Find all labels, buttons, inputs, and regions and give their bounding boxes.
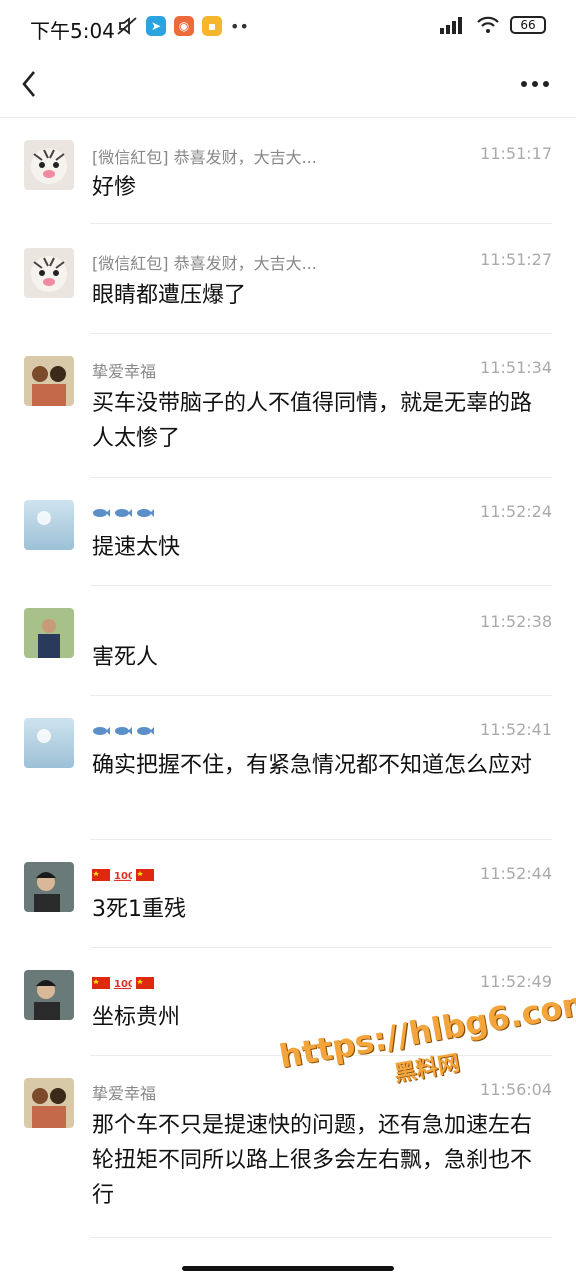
- sender-emojis: [92, 720, 158, 739]
- fish-emoji-icon: [93, 726, 110, 735]
- sky-avatar-icon: [24, 718, 74, 768]
- list-item[interactable]: 11:52:38 害死人: [0, 586, 576, 696]
- hundred-points-emoji-icon: 100: [114, 871, 132, 881]
- avatar: [24, 970, 74, 1020]
- message-text: 提速太快: [92, 535, 181, 560]
- home-indicator[interactable]: [182, 1266, 394, 1271]
- avatar: [24, 862, 74, 912]
- avatar: [24, 718, 74, 768]
- message-time: 11:52:41: [480, 720, 552, 739]
- list-item[interactable]: [微信紅包] 恭喜发财，大吉大... 11:51:27 眼睛都遭压爆了: [0, 224, 576, 334]
- message-time: 11:52:38: [480, 612, 552, 631]
- avatar: [24, 608, 74, 658]
- fish-emoji-icon: [93, 508, 110, 517]
- nav-bar: [0, 56, 576, 118]
- message-text: 眼睛都遭压爆了: [92, 283, 247, 308]
- back-button[interactable]: [16, 62, 46, 106]
- sender-name: 挚爱幸福: [92, 362, 157, 381]
- app-icon-yellow: ▪: [202, 16, 222, 36]
- portrait-avatar-icon: [24, 862, 74, 912]
- wifi-icon: [477, 16, 499, 33]
- avatar: [24, 140, 74, 190]
- family-avatar-icon: [24, 1078, 74, 1128]
- sender-emojis: 100: [92, 864, 158, 883]
- message-text: 害死人: [92, 645, 159, 670]
- telegram-icon: ➤: [146, 16, 166, 36]
- more-notifications-icon: ••: [230, 16, 249, 36]
- message-time: 11:51:17: [480, 144, 552, 163]
- avatar: [24, 500, 74, 550]
- sender-name: 挚爱幸福: [92, 1084, 157, 1103]
- avatar: [24, 1078, 74, 1128]
- sender-name: [微信紅包] 恭喜发财，大吉大...: [92, 148, 317, 167]
- status-time: 下午5:04: [30, 19, 115, 43]
- china-flag-emoji-icon: [92, 868, 110, 881]
- message-time: 11:51:27: [480, 250, 552, 269]
- list-item[interactable]: [微信紅包] 恭喜发财，大吉大... 11:51:17 好惨: [0, 118, 576, 224]
- list-item[interactable]: 100 11:52:44 3死1重残: [0, 840, 576, 948]
- sender-emojis: [92, 502, 158, 521]
- hundred-points-emoji-icon: 100: [114, 979, 132, 989]
- more-options-button[interactable]: [520, 66, 550, 102]
- chevron-left-icon: [22, 71, 35, 97]
- fish-emoji-icon: [115, 726, 132, 735]
- message-text: 确实把握不住，有紧急情况都不知道怎么应对: [92, 753, 533, 778]
- message-time: 11:52:49: [480, 972, 552, 991]
- signal-icon: [440, 17, 462, 34]
- tiger-avatar-icon: [24, 248, 74, 298]
- message-time: 11:52:24: [480, 502, 552, 521]
- list-item[interactable]: 11:52:41 确实把握不住，有紧急情况都不知道怎么应对: [0, 696, 576, 840]
- mute-icon: [117, 17, 137, 35]
- more-dots-icon: [521, 81, 549, 87]
- china-flag-emoji-icon: [136, 976, 154, 989]
- battery-indicator: 66: [510, 16, 546, 34]
- fish-emoji-icon: [115, 508, 132, 517]
- message-time: 11:52:44: [480, 864, 552, 883]
- avatar: [24, 356, 74, 406]
- person-photo-avatar-icon: [24, 608, 74, 658]
- message-text: 3死1重残: [92, 897, 186, 922]
- portrait-avatar-icon: [24, 970, 74, 1020]
- notification-icons: ➤ ◉ ▪ ••: [116, 16, 249, 36]
- sky-avatar-icon: [24, 500, 74, 550]
- china-flag-emoji-icon: [136, 868, 154, 881]
- svg-text:100: 100: [114, 871, 132, 881]
- sender-emojis: 100: [92, 972, 158, 991]
- china-flag-emoji-icon: [92, 976, 110, 989]
- message-text: 买车没带脑子的人不值得同情，就是无辜的路人太惨了: [92, 391, 533, 451]
- svg-text:100: 100: [114, 979, 132, 989]
- fish-emoji-icon: [137, 726, 154, 735]
- message-time: 11:56:04: [480, 1080, 552, 1099]
- message-text: 好惨: [92, 175, 137, 200]
- list-item[interactable]: 11:52:24 提速太快: [0, 478, 576, 586]
- list-item[interactable]: 挚爱幸福 11:51:34 买车没带脑子的人不值得同情，就是无辜的路人太惨了: [0, 334, 576, 478]
- divider: [90, 1237, 552, 1238]
- app-icon-orange: ◉: [174, 16, 194, 36]
- status-right: 66: [438, 16, 546, 34]
- tiger-avatar-icon: [24, 140, 74, 190]
- message-text: 那个车不只是提速快的问题，还有急加速左右轮扭矩不同所以路上很多会左右飘，急刹也不…: [92, 1113, 533, 1208]
- sender-name: [微信紅包] 恭喜发财，大吉大...: [92, 254, 317, 273]
- fish-emoji-icon: [137, 508, 154, 517]
- status-bar: 下午5:04 ➤ ◉ ▪ •• 66: [0, 0, 576, 56]
- family-avatar-icon: [24, 356, 74, 406]
- avatar: [24, 248, 74, 298]
- message-time: 11:51:34: [480, 358, 552, 377]
